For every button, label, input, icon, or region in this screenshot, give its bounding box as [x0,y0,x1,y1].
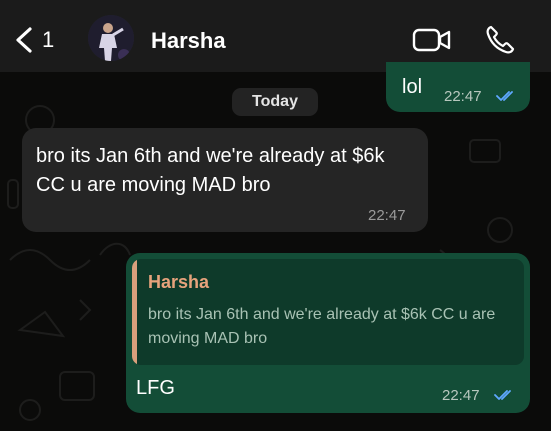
message-bubble-incoming[interactable]: bro its Jan 6th and we're already at $6k… [22,128,428,232]
quoted-text: bro its Jan 6th and we're already at $6k… [148,306,496,347]
quote-accent-bar [132,259,137,365]
date-separator: Today [232,88,318,116]
message-time: 22:47 [368,207,406,224]
read-receipt-icon [494,390,511,400]
message-text: LFG [136,377,175,399]
message-text: lol [402,76,423,98]
read-receipt-icon [496,91,513,101]
quoted-message[interactable]: Harsha bro its Jan 6th and we're already… [132,259,524,365]
message-text: bro its Jan 6th and we're already at $6k… [36,145,385,196]
message-time: 22:47 [444,88,482,105]
message-bubble-outgoing[interactable]: lol 22:47 [386,62,530,112]
phone-call-icon[interactable] [484,24,516,56]
quoted-author: Harsha [148,272,210,292]
contact-avatar[interactable] [88,15,134,61]
contact-name[interactable]: Harsha [151,28,226,54]
back-chevron-icon[interactable] [12,26,36,54]
video-call-icon[interactable] [412,27,452,53]
back-unread-count[interactable]: 1 [42,27,54,53]
message-time: 22:47 [442,387,480,404]
message-bubble-outgoing-reply[interactable]: Harsha bro its Jan 6th and we're already… [126,253,530,413]
